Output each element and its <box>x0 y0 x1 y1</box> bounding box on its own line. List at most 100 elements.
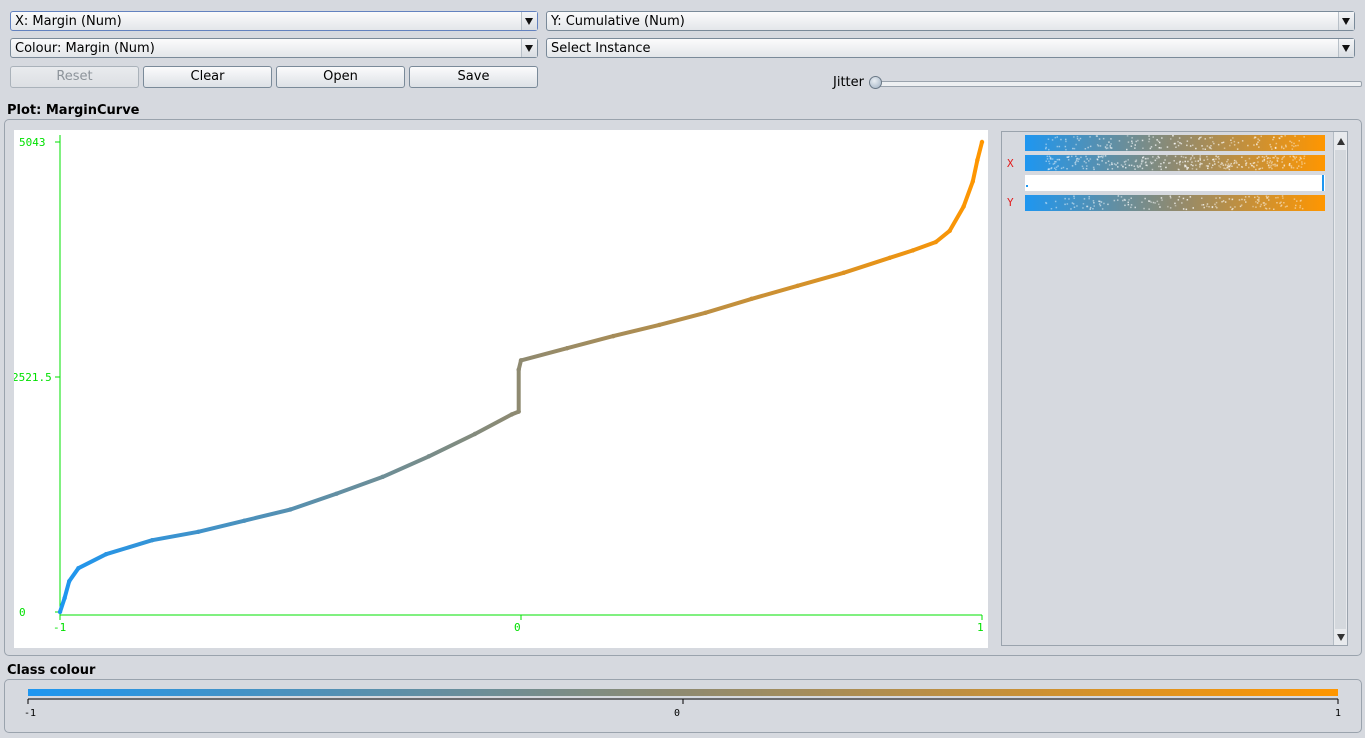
data-point <box>76 565 81 571</box>
bar-speck <box>1298 140 1300 142</box>
bar-speck <box>1293 145 1295 148</box>
bar-speck <box>1066 203 1069 205</box>
save-button[interactable]: Save <box>409 66 538 88</box>
plot-canvas[interactable]: 5043 2521.5 0 -1 0 1 <box>12 130 988 648</box>
bar-speck <box>1101 155 1103 157</box>
bar-speck <box>1086 165 1088 167</box>
chevron-down-icon[interactable] <box>1338 12 1354 30</box>
bar-speck <box>1177 140 1179 143</box>
bar-speck <box>1111 162 1113 164</box>
bar-speck <box>1195 168 1198 170</box>
bar-speck <box>1249 163 1252 165</box>
bar-speck <box>1107 160 1110 162</box>
bar-speck <box>1269 157 1271 159</box>
data-point <box>196 529 201 535</box>
bar-speck <box>1065 138 1067 141</box>
bar-speck <box>1124 163 1127 166</box>
chevron-down-icon[interactable] <box>1338 39 1354 57</box>
bar-speck <box>1150 162 1153 165</box>
bar-speck <box>1174 202 1176 205</box>
bar-speck <box>1078 139 1080 142</box>
bar-speck <box>1208 146 1211 148</box>
bar-speck <box>1290 165 1293 167</box>
bar-speck <box>1233 159 1236 162</box>
data-point <box>979 139 985 145</box>
scroll-down-icon[interactable] <box>1337 634 1345 641</box>
data-point <box>62 595 67 601</box>
bar-speck <box>1055 166 1058 168</box>
bar-speck <box>1078 158 1080 160</box>
jitter-slider-handle[interactable] <box>869 76 882 89</box>
bar-speck <box>1072 147 1074 150</box>
bar-speck <box>1073 147 1076 150</box>
bar-speck <box>1084 148 1087 150</box>
bar-speck <box>1107 203 1109 206</box>
attribute-bar-class[interactable] <box>1025 135 1325 151</box>
bar-speck <box>1289 163 1291 165</box>
bar-speck <box>1233 144 1236 146</box>
bar-speck <box>1235 160 1237 163</box>
data-point <box>947 228 952 234</box>
bar-speck <box>1244 160 1247 162</box>
chevron-down-icon[interactable] <box>521 39 537 57</box>
legend-scrollbar[interactable] <box>1333 132 1347 645</box>
data-point <box>933 239 939 245</box>
bar-speck <box>1270 146 1272 148</box>
bar-speck <box>1212 164 1214 166</box>
bar-speck <box>1134 144 1136 146</box>
y-axis-marker: Y <box>1007 196 1014 209</box>
bar-speck <box>1252 165 1255 168</box>
bar-speck <box>1089 145 1092 148</box>
bar-speck <box>1137 139 1139 142</box>
bar-speck <box>1122 166 1124 168</box>
bar-speck <box>1092 200 1095 202</box>
bar-speck <box>1141 201 1143 203</box>
bar-speck <box>1296 200 1298 202</box>
bar-speck <box>1258 200 1260 202</box>
bar-speck <box>1199 163 1202 166</box>
colour-select[interactable]: Colour: Margin (Num) <box>10 38 538 58</box>
attribute-bar-instance[interactable] <box>1025 175 1325 191</box>
open-button[interactable]: Open <box>276 66 405 88</box>
bar-speck <box>1258 198 1260 200</box>
bar-speck <box>1240 204 1243 206</box>
chevron-down-icon[interactable] <box>521 12 537 30</box>
bar-speck <box>1283 165 1285 167</box>
scroll-up-icon[interactable] <box>1337 138 1345 145</box>
bar-speck <box>1135 159 1138 161</box>
bar-speck <box>1076 158 1078 160</box>
bar-speck <box>1248 195 1250 198</box>
bar-speck <box>1189 196 1192 198</box>
bar-speck <box>1218 158 1220 160</box>
bar-speck <box>1149 200 1151 202</box>
bar-speck <box>1189 158 1192 161</box>
jitter-slider-track[interactable] <box>874 81 1362 87</box>
bar-speck <box>1297 144 1299 147</box>
bar-speck <box>1258 139 1261 142</box>
data-point <box>509 412 514 417</box>
bar-speck <box>1266 197 1268 199</box>
bar-speck <box>1186 199 1189 201</box>
clear-button[interactable]: Clear <box>143 66 272 88</box>
bar-speck <box>1281 161 1283 163</box>
y-axis-select[interactable]: Y: Cumulative (Num) <box>546 11 1355 31</box>
bar-speck <box>1182 161 1184 163</box>
bar-speck <box>1165 166 1167 169</box>
bar-speck <box>1197 160 1199 162</box>
instance-select[interactable]: Select Instance <box>546 38 1355 58</box>
scrollbar-track[interactable] <box>1335 150 1346 629</box>
x-axis-select[interactable]: X: Margin (Num) <box>10 11 538 31</box>
bar-speck <box>1213 142 1215 145</box>
bar-speck <box>1049 157 1052 160</box>
attribute-bar-cumulative[interactable] <box>1025 195 1325 211</box>
bar-speck <box>1231 165 1233 167</box>
reset-button[interactable]: Reset <box>10 66 139 88</box>
bar-speck <box>1271 148 1273 150</box>
bar-speck <box>1228 168 1231 171</box>
bar-speck <box>1144 197 1146 200</box>
colour-select-value: Colour: Margin (Num) <box>15 41 155 56</box>
bar-speck <box>1193 157 1195 159</box>
bar-speck <box>1215 205 1217 208</box>
attribute-bar-margin[interactable] <box>1025 155 1325 171</box>
bar-speck <box>1067 159 1070 161</box>
